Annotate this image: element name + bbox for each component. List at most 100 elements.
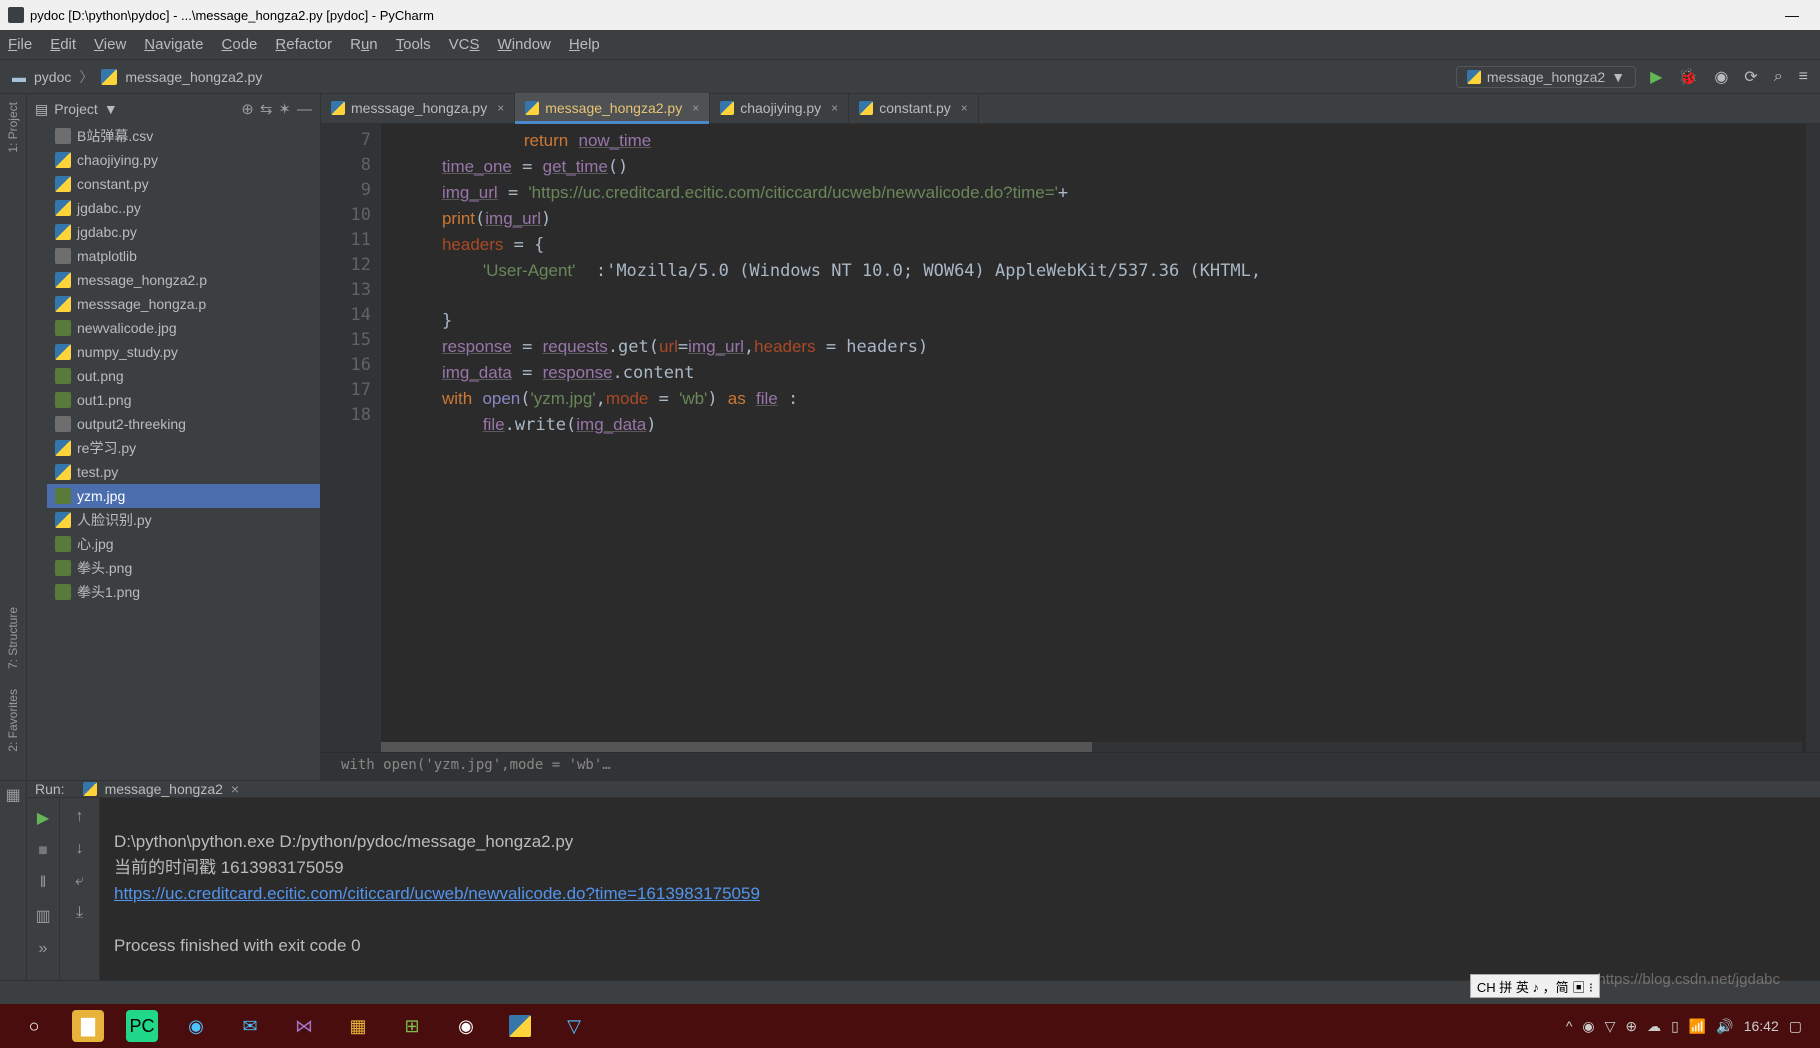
collapse-icon[interactable]: ⇆	[260, 100, 273, 118]
tree-item[interactable]: out.png	[47, 364, 320, 388]
code-breadcrumb[interactable]: with open('yzm.jpg',mode = 'wb'…	[321, 752, 1820, 780]
close-icon[interactable]: ×	[831, 101, 838, 115]
tree-item[interactable]: yzm.jpg	[47, 484, 320, 508]
breadcrumb[interactable]: ▬ pydoc 〉 message_hongza2.py	[12, 67, 262, 87]
python-icon[interactable]	[504, 1010, 536, 1042]
file-explorer-icon[interactable]: ▇	[72, 1010, 104, 1042]
menu-help[interactable]: Help	[569, 36, 600, 53]
edge-icon[interactable]: ◉	[180, 1010, 212, 1042]
wifi-icon[interactable]: 📶	[1689, 1018, 1706, 1035]
hide-icon[interactable]: —	[297, 101, 312, 118]
menu-file[interactable]: File	[8, 36, 32, 53]
close-icon[interactable]: ×	[497, 101, 504, 115]
toolwindow-favorites[interactable]: 2: Favorites	[6, 689, 20, 752]
menu-view[interactable]: View	[94, 36, 126, 53]
close-icon[interactable]: ×	[231, 781, 239, 797]
tree-item[interactable]: jgdabc.py	[47, 220, 320, 244]
minimize-button[interactable]: —	[1772, 0, 1812, 30]
tree-item[interactable]: 心.jpg	[47, 532, 320, 556]
search-icon[interactable]: ⌕	[1774, 68, 1783, 86]
menu-run[interactable]: Run	[350, 36, 378, 53]
tree-item[interactable]: 拳头1.png	[47, 580, 320, 604]
console-link[interactable]: https://uc.creditcard.ecitic.com/citicca…	[114, 884, 760, 903]
tree-item[interactable]: numpy_study.py	[47, 340, 320, 364]
menu-vcs[interactable]: VCS	[449, 36, 480, 53]
tree-item[interactable]: 拳头.png	[47, 556, 320, 580]
breadcrumb-file[interactable]: message_hongza2.py	[125, 69, 262, 85]
stop-icon[interactable]: ■	[38, 842, 48, 860]
vs-icon[interactable]: ⋈	[288, 1010, 320, 1042]
breadcrumb-root[interactable]: pydoc	[34, 69, 71, 85]
target-icon[interactable]: ⊕	[241, 100, 254, 118]
menu-edit[interactable]: Edit	[50, 36, 76, 53]
more-icon[interactable]: ≡	[1799, 68, 1808, 86]
pause-icon[interactable]: ‖	[40, 874, 47, 892]
tree-item[interactable]: messsage_hongza.p	[47, 292, 320, 316]
code-area[interactable]: 7 8 9 10 11 12 13 14 15 16 17 18 return …	[321, 124, 1820, 780]
volume-icon[interactable]: 🔊	[1716, 1018, 1733, 1035]
coverage-icon[interactable]: ◉	[1714, 67, 1728, 87]
clock[interactable]: 16:42	[1744, 1018, 1779, 1034]
tray-icon[interactable]: ▽	[1605, 1018, 1616, 1035]
tree-item[interactable]: matplotlib	[47, 244, 320, 268]
tray-icon[interactable]: ▯	[1671, 1018, 1679, 1035]
run-configuration-selector[interactable]: message_hongza2 ▼	[1456, 66, 1636, 88]
gear-icon[interactable]: ✶	[278, 100, 291, 118]
run-tab-name[interactable]: message_hongza2	[105, 781, 223, 797]
horizontal-scrollbar[interactable]	[381, 742, 1802, 752]
tree-item[interactable]: constant.py	[47, 172, 320, 196]
tree-item[interactable]: test.py	[47, 460, 320, 484]
tray-icon[interactable]: ◉	[1582, 1018, 1594, 1035]
down-icon[interactable]: ↓	[76, 840, 84, 858]
layout-icon[interactable]: ▥	[35, 906, 50, 926]
system-tray[interactable]: ^ ◉ ▽ ⊕ ☁ ▯ 📶 🔊 16:42 ▢	[1566, 1018, 1802, 1035]
tree-item[interactable]: out1.png	[47, 388, 320, 412]
pycharm-icon[interactable]: PC	[126, 1010, 158, 1042]
tree-item[interactable]: jgdabc..py	[47, 196, 320, 220]
editor-tab[interactable]: chaojiying.py×	[710, 93, 849, 123]
debug-icon[interactable]: 🐞	[1678, 67, 1698, 87]
notification-icon[interactable]: ▢	[1789, 1018, 1802, 1035]
menu-window[interactable]: Window	[498, 36, 551, 53]
tree-item[interactable]: newvalicode.jpg	[47, 316, 320, 340]
mail-icon[interactable]: ✉	[234, 1010, 266, 1042]
wrap-icon[interactable]: ⤶	[75, 872, 84, 890]
tray-icon[interactable]: ^	[1566, 1018, 1573, 1034]
ime-toolbar[interactable]: CH 拼 英 ♪ ，简 ▣ ⁝	[1470, 974, 1600, 998]
run-icon[interactable]: ▶	[1650, 67, 1662, 87]
editor-tab[interactable]: message_hongza2.py×	[515, 93, 710, 123]
scroll-icon[interactable]: ⤓	[76, 904, 83, 922]
profile-icon[interactable]: ⟳	[1744, 67, 1757, 87]
chevron-down-icon[interactable]: ▼	[104, 101, 118, 117]
rerun-icon[interactable]: ▶	[37, 808, 49, 828]
shield-icon[interactable]: ▽	[558, 1010, 590, 1042]
project-tree[interactable]: B站弹幕.csvchaojiying.pyconstant.pyjgdabc..…	[27, 124, 320, 780]
tree-item[interactable]: B站弹幕.csv	[47, 124, 320, 148]
editor-tab[interactable]: messsage_hongza.py×	[321, 93, 515, 123]
up-icon[interactable]: ↑	[76, 808, 84, 826]
run-console[interactable]: D:\python\python.exe D:/python/pydoc/mes…	[100, 798, 1820, 990]
tree-item[interactable]: re学习.py	[47, 436, 320, 460]
store-icon[interactable]: ⊞	[396, 1010, 428, 1042]
start-button[interactable]: ○	[18, 1010, 50, 1042]
more-icon[interactable]: »	[39, 940, 48, 958]
editor-tab[interactable]: constant.py×	[849, 93, 979, 123]
menu-tools[interactable]: Tools	[396, 36, 431, 53]
close-icon[interactable]: ×	[961, 101, 968, 115]
run-tool-icon[interactable]: ▦	[5, 785, 20, 805]
tree-item[interactable]: chaojiying.py	[47, 148, 320, 172]
toolwindow-structure[interactable]: 7: Structure	[6, 607, 20, 669]
tree-item[interactable]: message_hongza2.p	[47, 268, 320, 292]
menu-refactor[interactable]: Refactor	[275, 36, 332, 53]
project-header-label[interactable]: Project	[54, 101, 98, 117]
tree-item[interactable]: output2-threeking	[47, 412, 320, 436]
menu-code[interactable]: Code	[222, 36, 258, 53]
code-content[interactable]: return now_time time_one = get_time() im…	[381, 124, 1820, 780]
vertical-scrollbar[interactable]	[1806, 124, 1820, 752]
tray-icon[interactable]: ⊕	[1625, 1018, 1637, 1035]
close-icon[interactable]: ×	[692, 101, 699, 115]
tree-item[interactable]: 人脸识别.py	[47, 508, 320, 532]
menu-navigate[interactable]: Navigate	[144, 36, 203, 53]
app-icon[interactable]: ▦	[342, 1010, 374, 1042]
tray-icon[interactable]: ☁	[1647, 1018, 1661, 1035]
